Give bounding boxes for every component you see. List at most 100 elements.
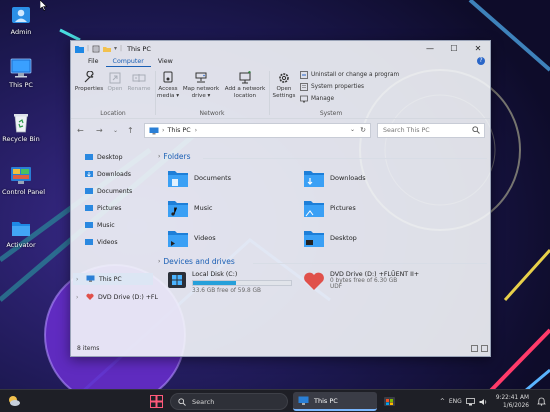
nav-item-music[interactable]: Music <box>85 221 115 229</box>
monitor-icon <box>86 275 95 282</box>
close-button[interactable]: ✕ <box>466 41 490 56</box>
separator: | <box>87 45 90 52</box>
drive-dvd-d[interactable]: DVD Drive (D:) +FLŪENT II+ 0 bytes free … <box>303 271 419 291</box>
properties-icon[interactable] <box>92 45 100 53</box>
collapse-chevron-icon[interactable]: › <box>158 153 160 160</box>
expand-chevron-icon[interactable]: › <box>76 294 82 301</box>
language-indicator[interactable]: ENG <box>449 398 462 405</box>
title-bar[interactable]: | ▾ | This PC — ☐ ✕ <box>71 41 490 56</box>
customize-quick-access-icon[interactable]: ▾ <box>114 45 117 52</box>
breadcrumb-this-pc[interactable]: This PC <box>168 127 191 134</box>
nav-item-pictures[interactable]: Pictures <box>85 204 122 212</box>
back-arrow-icon[interactable]: ← <box>77 126 84 135</box>
location-group-label: Location <box>100 110 126 117</box>
add-network-location-button[interactable]: Add a network location <box>223 71 267 99</box>
network-drive-icon <box>195 72 207 83</box>
new-folder-icon[interactable] <box>103 45 112 53</box>
folder-videos[interactable]: Videos <box>167 227 216 249</box>
desktop-folder-icon <box>85 154 93 160</box>
clock[interactable]: 9:22:41 AM 1/6/2026 <box>496 394 529 410</box>
tab-view[interactable]: View <box>151 56 180 67</box>
search-input[interactable]: Search This PC <box>377 123 485 138</box>
map-network-drive-button[interactable]: Map network drive ▾ <box>181 71 221 99</box>
rename-button[interactable]: Rename <box>126 71 152 93</box>
up-arrow-icon[interactable]: ↑ <box>127 126 134 135</box>
network-location-icon <box>239 71 251 84</box>
drive-filesystem: UDF <box>330 284 343 290</box>
nav-item-documents[interactable]: Documents <box>85 187 132 195</box>
nav-item-downloads[interactable]: Downloads <box>85 170 131 178</box>
nav-item-this-pc[interactable]: › This PC <box>73 273 153 285</box>
folders-section-header[interactable]: › Folders <box>158 152 191 161</box>
nav-item-desktop[interactable]: Desktop <box>85 153 123 161</box>
start-icon[interactable] <box>150 395 163 408</box>
devices-section-header[interactable]: › Devices and drives <box>158 257 235 266</box>
drive-name: DVD Drive (D:) +FLŪENT II+ <box>330 271 420 278</box>
uninstall-program-button[interactable]: Uninstall or change a program <box>300 71 399 79</box>
gear-icon <box>279 73 289 83</box>
taskbar-app-this-pc[interactable]: This PC <box>293 392 377 411</box>
desktop-icon-recycle-bin[interactable]: Recycle Bin <box>2 111 40 143</box>
music-folder-icon <box>168 201 188 217</box>
volume-icon[interactable] <box>479 398 488 406</box>
store-icon[interactable] <box>383 394 396 407</box>
system-properties-button[interactable]: System properties <box>300 83 364 91</box>
recent-locations-chevron-icon[interactable]: ⌄ <box>113 127 118 134</box>
drive-local-disk-c[interactable]: Local Disk (C:) 33.6 GB free of 59.8 GB <box>167 271 292 294</box>
tab-computer[interactable]: Computer <box>105 56 151 67</box>
drive-name: Local Disk (C:) <box>192 271 238 278</box>
address-bar[interactable]: › This PC › ⌄ ↻ <box>144 123 371 138</box>
nav-item-dvd-drive[interactable]: › DVD Drive (D:) +FL <box>76 293 158 301</box>
refresh-icon[interactable]: ↻ <box>360 126 366 134</box>
access-media-button[interactable]: Access media ▾ <box>157 71 179 99</box>
chevron-up-icon[interactable]: ^ <box>440 398 445 405</box>
address-dropdown-icon[interactable]: ⌄ <box>350 126 355 133</box>
system-tray: ^ ENG 9:22:41 AM 1/6/2026 <box>440 390 550 412</box>
recycle-bin-icon <box>14 114 28 133</box>
details-view-icon[interactable] <box>471 345 478 352</box>
weather-icon[interactable] <box>6 393 22 409</box>
minimize-button[interactable]: — <box>418 41 442 56</box>
wrench-icon <box>84 71 94 83</box>
desktop-icon-this-pc[interactable]: This PC <box>2 57 40 89</box>
large-icons-view-icon[interactable] <box>481 345 488 352</box>
open-button[interactable]: Open <box>105 71 125 93</box>
forward-arrow-icon[interactable]: → <box>96 126 103 135</box>
ribbon: Properties Open Rename Location Access m… <box>71 67 490 119</box>
folder-desktop[interactable]: Desktop <box>303 227 357 249</box>
control-panel-icon <box>11 167 31 184</box>
programs-icon <box>300 71 308 79</box>
heart-icon <box>86 293 94 300</box>
pictures-folder-icon <box>85 205 93 211</box>
folder-music[interactable]: Music <box>167 197 213 219</box>
section-divider <box>203 158 487 159</box>
folder-pictures[interactable]: Pictures <box>303 197 356 219</box>
manage-button[interactable]: Manage <box>300 95 334 103</box>
taskbar-search-input[interactable]: Search <box>170 393 288 410</box>
nav-item-videos[interactable]: Videos <box>85 238 118 246</box>
expand-chevron-icon[interactable]: › <box>76 276 82 283</box>
folder-downloads[interactable]: Downloads <box>303 167 366 189</box>
notification-bell-icon[interactable] <box>537 397 546 406</box>
folder-documents[interactable]: Documents <box>167 167 231 189</box>
properties-button[interactable]: Properties <box>74 71 104 93</box>
collapse-chevron-icon[interactable]: › <box>158 258 160 265</box>
documents-folder-icon <box>168 171 188 187</box>
network-icon[interactable] <box>465 397 475 406</box>
rename-icon <box>132 74 146 82</box>
window-title: This PC <box>127 44 151 53</box>
desktop-icon-admin[interactable]: Admin <box>2 4 40 36</box>
drive-free-space: 33.6 GB free of 59.8 GB <box>192 288 261 294</box>
music-folder-icon <box>85 222 93 228</box>
search-icon <box>472 126 480 134</box>
help-icon[interactable]: ? <box>477 57 485 65</box>
desktop-icon-label: This PC <box>9 81 33 89</box>
mouse-cursor-icon <box>40 0 48 11</box>
address-row: ← → ⌄ ↑ › This PC › ⌄ ↻ Search This PC <box>71 119 490 143</box>
maximize-button[interactable]: ☐ <box>442 41 466 56</box>
open-settings-button[interactable]: Open Settings <box>271 71 297 99</box>
desktop-icon-control-panel[interactable]: Control Panel <box>2 164 45 196</box>
desktop-icon-activator[interactable]: Activator <box>2 217 40 249</box>
disk-usage-bar <box>192 280 292 286</box>
tab-file[interactable]: File <box>81 56 106 67</box>
